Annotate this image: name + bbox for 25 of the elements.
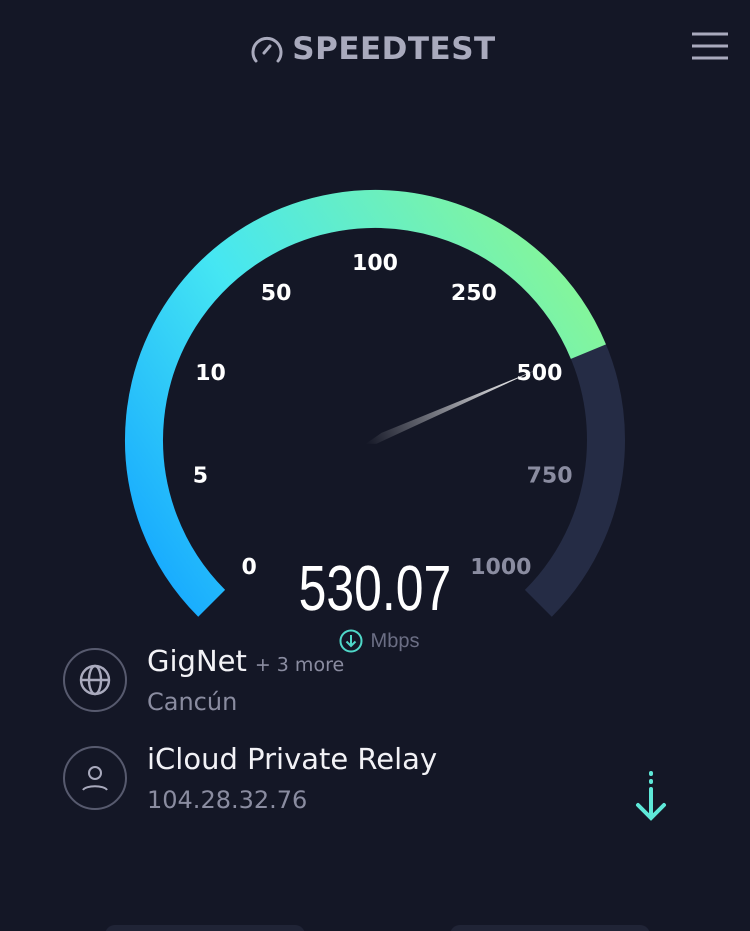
gauge-tick-label: 5	[192, 464, 208, 489]
speed-reading: 530.07	[298, 553, 452, 624]
more-label[interactable]: + 3 more	[254, 654, 344, 676]
unit-label: Mbps	[370, 630, 420, 652]
connection-subtitle: 104.28.32.76	[147, 786, 308, 814]
user-icon	[80, 763, 110, 793]
gauge-tick-label: 750	[526, 464, 573, 489]
connection-icon-circle[interactable]	[63, 648, 127, 712]
connection-subtitle: Cancún	[147, 688, 238, 716]
connection-icon-circle[interactable]	[63, 746, 127, 810]
gauge-tick-label: 50	[260, 281, 292, 306]
gauge-tick-label: 1000	[470, 554, 532, 580]
logo-text: SPEEDTEST	[292, 31, 496, 67]
gauge-icon	[250, 34, 284, 64]
download-icon	[338, 629, 363, 653]
connection-title: iCloud Private Relay	[147, 742, 438, 776]
gauge-tick-label: 10	[195, 360, 226, 386]
gauge-tick-label: 0	[241, 554, 257, 580]
globe-icon	[79, 664, 111, 696]
gauge-tick-label: 250	[450, 281, 497, 306]
gauge-tick-label: 500	[516, 360, 562, 386]
gauge-tick-label: 100	[352, 251, 398, 276]
down-arrow-icon	[634, 770, 668, 822]
menu-icon[interactable]	[692, 32, 728, 60]
connection-title: GigNet	[147, 644, 247, 678]
